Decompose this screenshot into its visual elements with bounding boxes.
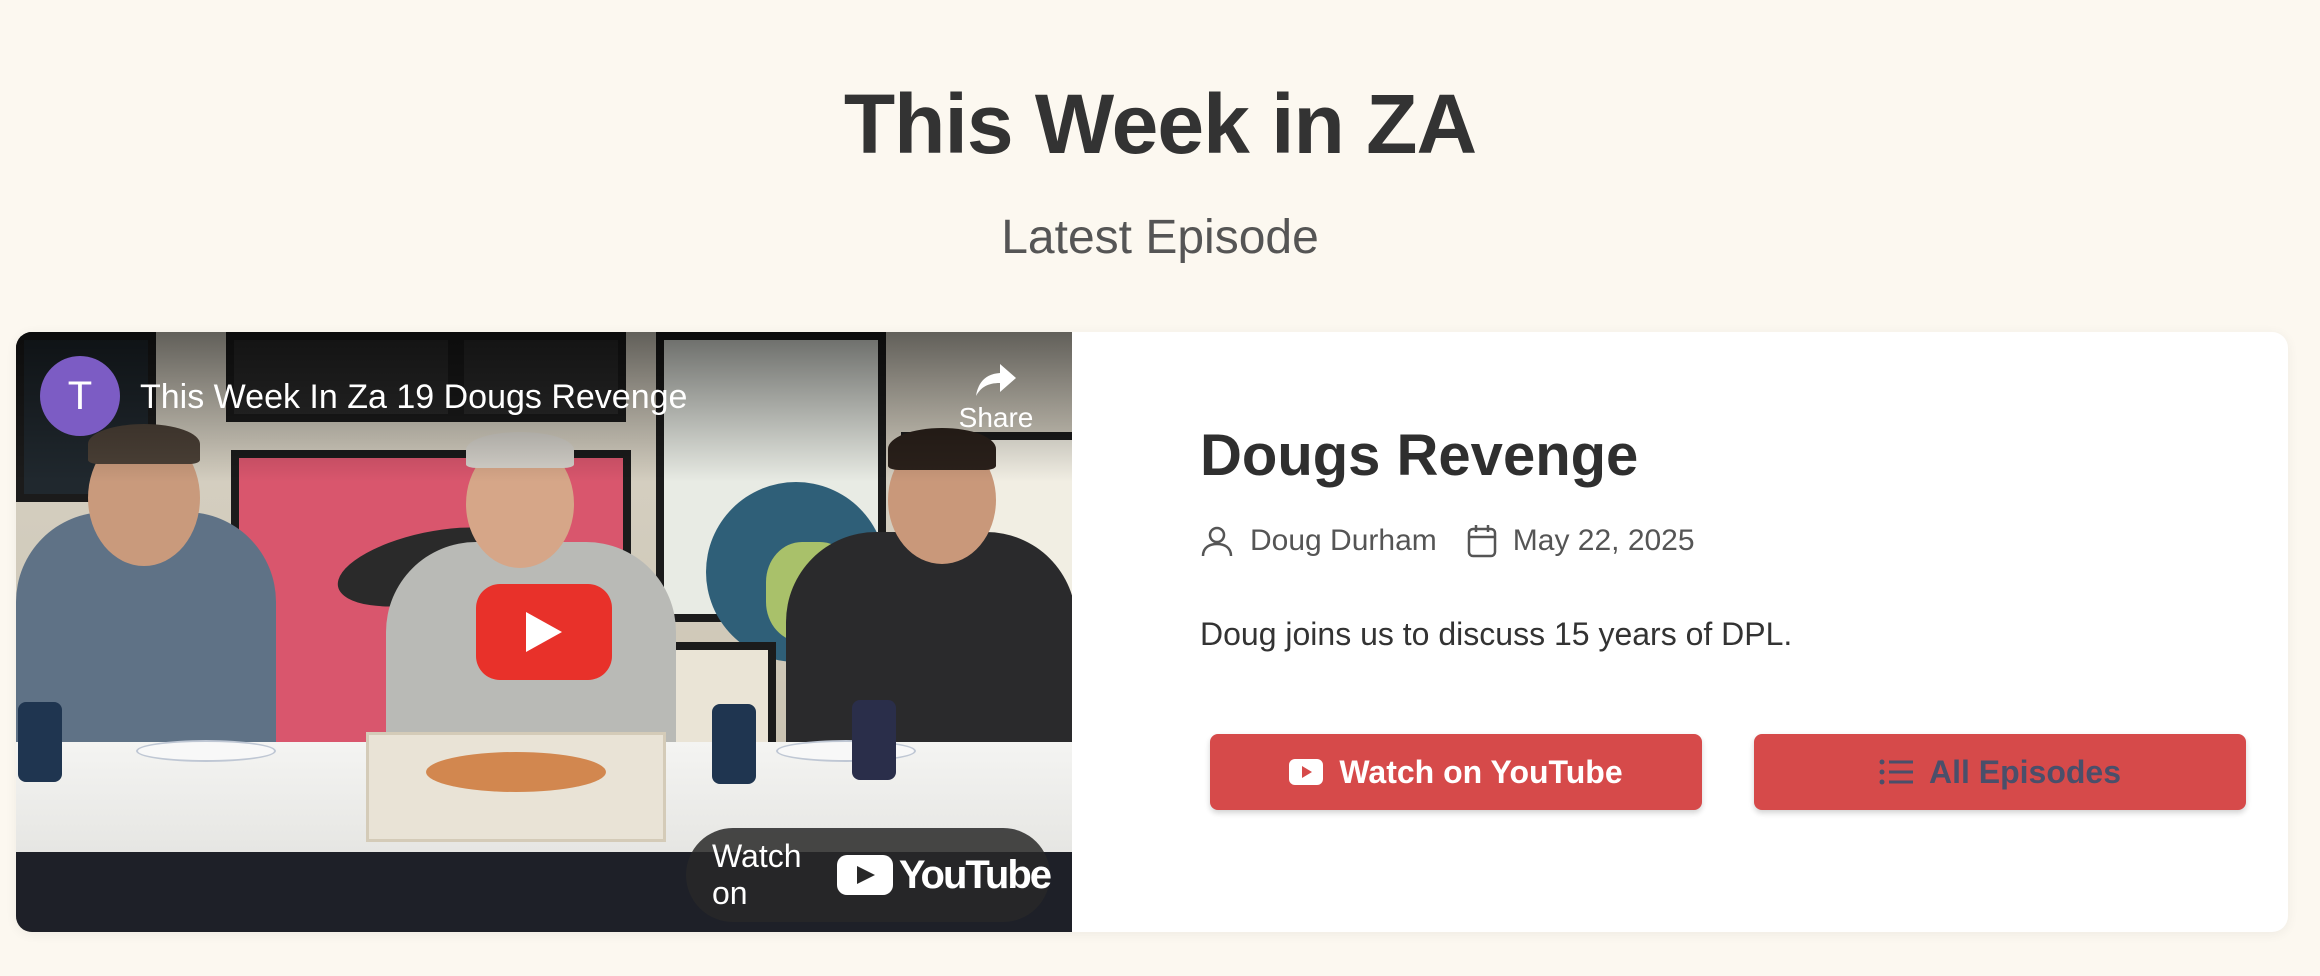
video-title[interactable]: This Week In Za 19 Dougs Revenge [140,378,687,417]
youtube-wordmark: YouTube [898,852,1052,897]
pizza [426,752,606,792]
episode-info: Dougs Revenge Doug Durham May 22, 2025 D [1072,332,2288,932]
watch-on-youtube-overlay[interactable]: Watch on YouTube [686,828,1052,922]
episode-description: Doug joins us to discuss 15 years of DPL… [1200,616,1793,652]
user-icon [1201,526,1233,557]
watch-on-youtube-button[interactable]: Watch on YouTube [1210,734,1702,810]
play-button[interactable] [476,584,612,680]
page-subtitle: Latest Episode [1001,211,1319,264]
publish-date-text: May 22, 2025 [1512,524,1695,557]
publish-date: May 22, 2025 [1467,524,1695,558]
youtube-icon [1289,759,1324,785]
share-label: Share [958,402,1034,433]
episode-meta: Doug Durham May 22, 2025 [1200,524,1725,558]
watch-on-label: Watch on [712,838,802,911]
youtube-logo: YouTube [836,852,1052,898]
all-episodes-button[interactable]: All Episodes [1754,734,2246,810]
all-episodes-label: All Episodes [1928,753,2122,790]
share-button[interactable]: Share [946,362,1046,452]
drink-can [18,702,62,782]
episode-title: Dougs Revenge [1200,423,1639,488]
person-body [786,532,1072,772]
author: Doug Durham [1200,524,1437,558]
play-icon [526,612,562,652]
author-name: Doug Durham [1250,524,1437,557]
drink-can [712,704,756,784]
share-icon [976,364,1016,396]
video-player[interactable]: T This Week In Za 19 Dougs Revenge Share… [16,332,1072,932]
watch-on-youtube-label: Watch on YouTube [1339,753,1623,790]
channel-avatar[interactable]: T [40,356,120,436]
list-icon [1879,759,1913,785]
page-title: This Week in ZA [843,77,1477,171]
plate [136,740,276,762]
drink-can [852,700,896,780]
episode-card: T This Week In Za 19 Dougs Revenge Share… [16,332,2288,932]
calendar-icon [1467,525,1497,558]
youtube-play-icon [836,855,893,895]
